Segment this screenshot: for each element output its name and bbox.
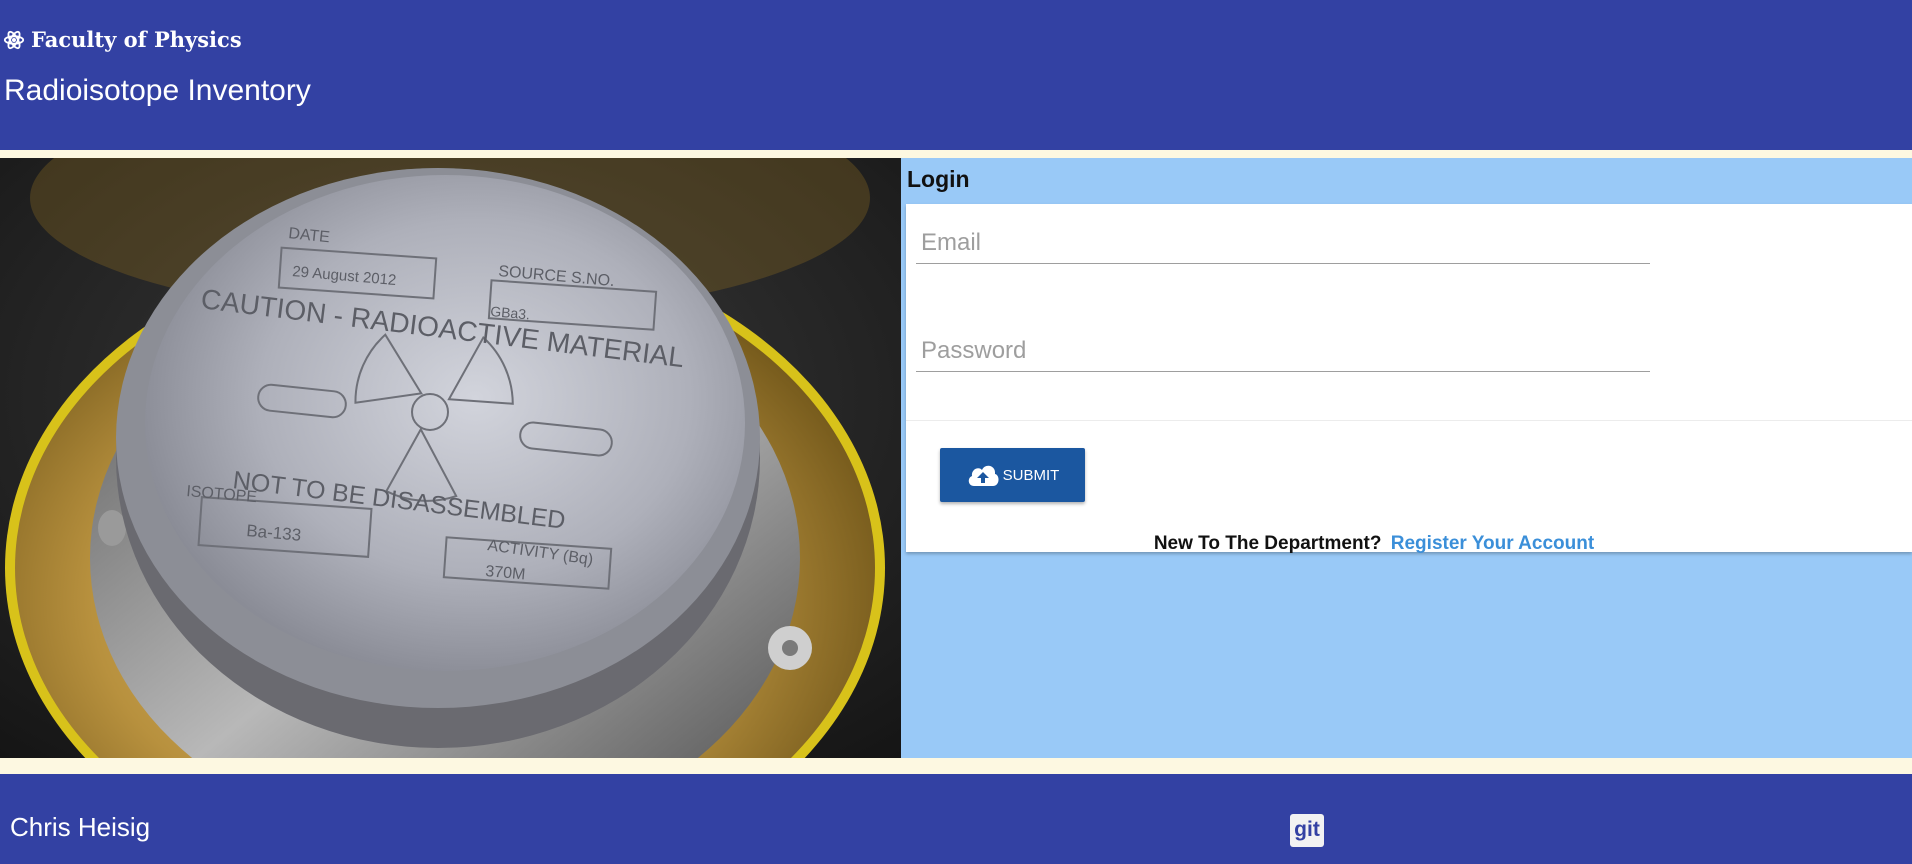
radioactive-source-photo: DATE 29 August 2012 SOURCE S.NO. GBa3. C… <box>0 158 901 758</box>
login-form-card: SUBMIT New To The Department? Register Y… <box>906 204 1912 555</box>
hero-image: DATE 29 August 2012 SOURCE S.NO. GBa3. C… <box>0 158 901 758</box>
atom-icon <box>3 30 25 49</box>
author-name: Chris Heisig <box>10 812 151 842</box>
cloud-upload-icon <box>968 465 999 486</box>
password-field[interactable] <box>916 330 1650 372</box>
app-title: Radioisotope Inventory <box>4 74 311 107</box>
register-question: New To The Department? <box>1153 533 1382 554</box>
submit-button[interactable]: SUBMIT <box>940 448 1085 502</box>
plate-activity-value: 370M <box>485 563 526 583</box>
form-divider <box>906 420 1912 421</box>
site-footer: Chris Heisig git <box>0 774 1912 864</box>
divider-stripe <box>0 150 1912 158</box>
divider-stripe-bottom <box>0 758 1912 774</box>
login-panel: Login SUBMIT New To The Department? Regi… <box>901 158 1912 758</box>
register-prompt: New To The Department? Register Your Acc… <box>906 533 1912 555</box>
submit-label: SUBMIT <box>1002 466 1060 484</box>
git-link-button[interactable]: git <box>1290 814 1324 847</box>
site-header: Faculty of Physics Radioisotope Inventor… <box>0 0 1912 150</box>
faculty-brand[interactable]: Faculty of Physics <box>3 27 242 52</box>
email-field[interactable] <box>916 222 1650 264</box>
login-title: Login <box>907 166 970 192</box>
register-link[interactable]: Register Your Account <box>1391 533 1594 554</box>
faculty-name: Faculty of Physics <box>31 27 242 52</box>
